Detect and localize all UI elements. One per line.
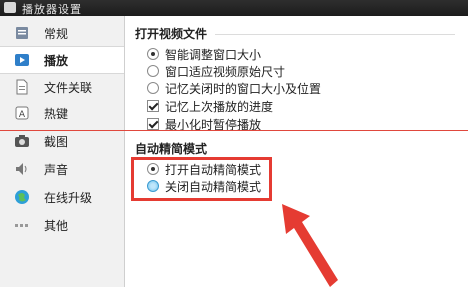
option-label: 记忆上次播放的进度 <box>165 99 274 114</box>
sidebar-item-file-association[interactable]: 文件关联 <box>0 74 124 100</box>
section-title-auto-simple: 自动精简模式 <box>135 142 208 156</box>
annotation-arrow-icon <box>282 204 338 287</box>
radio-button[interactable] <box>147 65 159 77</box>
sidebar-item-label: 热键 <box>44 107 69 121</box>
checkbox-remember-progress[interactable]: 记忆上次播放的进度 <box>147 98 273 114</box>
sidebar-item-label: 常规 <box>44 27 69 41</box>
radio-remember-window[interactable]: 记忆关闭时的窗口大小及位置 <box>147 80 321 96</box>
option-label: 窗口适应视频原始尺寸 <box>165 64 286 79</box>
radio-button[interactable] <box>147 48 159 60</box>
window-title: 播放器设置 <box>22 3 82 16</box>
sidebar-item-sound[interactable]: 声音 <box>0 156 124 182</box>
hotkey-icon: A <box>15 106 29 120</box>
radio-button[interactable] <box>147 82 159 94</box>
sidebar-item-label: 播放 <box>44 54 69 68</box>
section-divider <box>215 34 455 35</box>
sidebar-item-label: 其他 <box>44 219 69 233</box>
camera-icon <box>15 135 29 147</box>
general-settings-icon <box>16 27 28 39</box>
option-label: 智能调整窗口大小 <box>165 47 262 62</box>
more-dots-icon <box>15 224 28 227</box>
annotation-red-line <box>0 130 468 131</box>
sidebar-item-label: 截图 <box>44 135 69 149</box>
checkbox[interactable] <box>147 100 159 112</box>
sidebar-item-hotkey[interactable]: A 热键 <box>0 100 124 126</box>
sidebar-item-online-update[interactable]: 在线升级 <box>0 184 124 210</box>
sidebar-item-label: 在线升级 <box>44 191 93 205</box>
sidebar-item-play[interactable]: 播放 <box>0 46 124 74</box>
radio-fit-original-size[interactable]: 窗口适应视频原始尺寸 <box>147 63 285 79</box>
sidebar-item-other[interactable]: 其他 <box>0 212 124 238</box>
online-update-icon <box>15 190 29 204</box>
annotation-highlight-box <box>131 157 272 201</box>
play-icon <box>15 54 29 66</box>
sidebar-item-label: 声音 <box>44 163 69 177</box>
title-bar: 播放器设置 <box>0 0 468 16</box>
option-label: 记忆关闭时的窗口大小及位置 <box>165 81 322 96</box>
file-association-icon <box>16 79 28 95</box>
radio-smart-resize[interactable]: 智能调整窗口大小 <box>147 46 261 62</box>
checkbox[interactable] <box>147 118 159 130</box>
svg-text:A: A <box>19 110 26 120</box>
settings-sidebar: 常规 播放 文件关联 A 热键 截图 声音 在线升级 其他 <box>0 16 125 287</box>
speaker-icon <box>16 163 27 175</box>
sidebar-item-general[interactable]: 常规 <box>0 20 124 46</box>
app-icon <box>4 2 16 13</box>
section-title-open-video: 打开视频文件 <box>135 27 208 41</box>
sidebar-item-label: 文件关联 <box>44 81 93 95</box>
sidebar-item-screenshot[interactable]: 截图 <box>0 128 124 154</box>
